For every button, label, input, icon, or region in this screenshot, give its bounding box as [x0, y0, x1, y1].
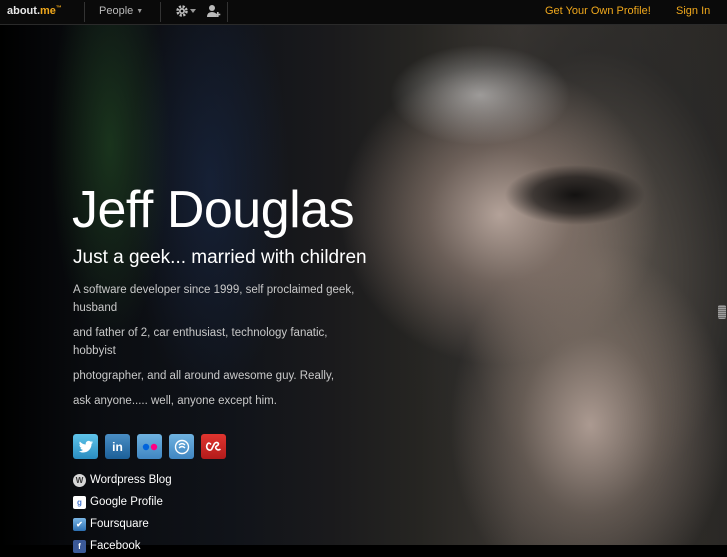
bio-line: A software developer since 1999, self pr… [73, 284, 355, 314]
bio-line: ask anyone..... well, anyone except him. [73, 395, 277, 407]
link-label: Wordpress Blog [90, 474, 172, 486]
divider [160, 2, 161, 22]
wordpress-icon: W [73, 473, 86, 487]
google-profile-link[interactable]: g Google Profile [73, 491, 172, 513]
people-menu[interactable]: People ▼ [99, 5, 143, 17]
profile-tagline: Just a geek... married with children [73, 247, 367, 268]
chevron-down-icon: ▼ [136, 8, 144, 15]
bio-line: photographer, and all around awesome guy… [73, 370, 335, 382]
top-navigation-bar: about.me™ People ▼ Get Your Own Profile! … [0, 0, 727, 25]
scrollbar[interactable] [717, 25, 727, 545]
bio-line: and father of 2, car enthusiast, technol… [73, 327, 328, 357]
add-contact-icon[interactable] [205, 3, 221, 24]
link-label: Foursquare [90, 518, 149, 530]
profile-bio: A software developer since 1999, self pr… [73, 281, 373, 417]
linkedin-icon[interactable]: in [105, 434, 130, 459]
people-menu-label: People [99, 5, 134, 17]
link-label: Facebook [90, 540, 141, 552]
chevron-down-icon[interactable] [190, 9, 196, 13]
about-me-logo[interactable]: about.me™ [7, 5, 62, 17]
divider [227, 2, 228, 22]
foursquare-icon: ✔ [73, 517, 86, 531]
flickr-icon[interactable] [137, 434, 162, 459]
link-label: Google Profile [90, 496, 163, 508]
facebook-link[interactable]: f Facebook [73, 535, 172, 557]
social-icons: in [73, 434, 226, 459]
lastfm-icon[interactable] [201, 434, 226, 459]
get-your-own-profile-link[interactable]: Get Your Own Profile! [545, 5, 651, 17]
rss-icon[interactable] [169, 434, 194, 459]
scrollbar-grip[interactable] [718, 305, 726, 319]
profile-links: W Wordpress Blog g Google Profile ✔ Foursqu… [73, 469, 172, 557]
google-icon: g [73, 495, 86, 509]
wordpress-blog-link[interactable]: W Wordpress Blog [73, 469, 172, 491]
facebook-icon: f [73, 539, 86, 553]
divider [84, 2, 85, 22]
profile-name: Jeff Douglas [72, 181, 355, 239]
gear-icon[interactable] [174, 3, 190, 24]
sign-in-link[interactable]: Sign In [676, 5, 710, 17]
twitter-icon[interactable] [73, 434, 98, 459]
foursquare-link[interactable]: ✔ Foursquare [73, 513, 172, 535]
